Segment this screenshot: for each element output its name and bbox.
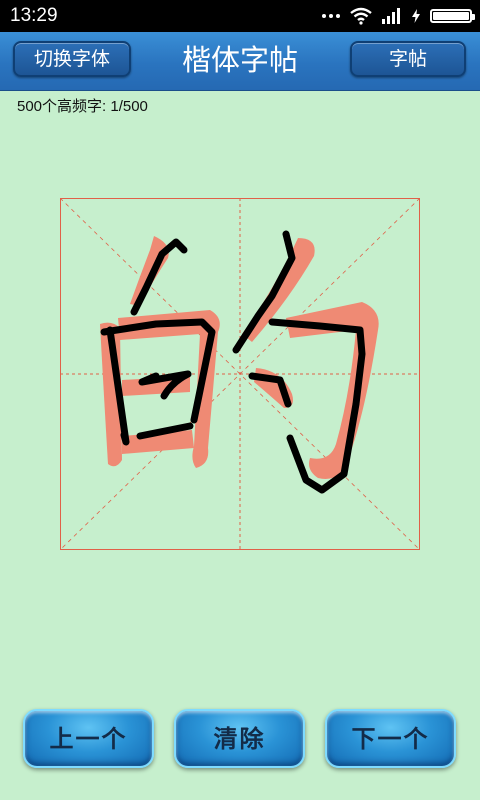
page-title: 楷体字帖 (181, 43, 298, 77)
status-time: 13:29 (10, 5, 58, 26)
clear-button[interactable]: 清除 (174, 709, 305, 768)
copybook-button[interactable]: 字帖 (350, 41, 466, 77)
battery-icon (430, 9, 475, 23)
wifi-icon (350, 7, 372, 25)
previous-button[interactable]: 上一个 (23, 709, 154, 768)
status-bar: 13:29 (0, 0, 480, 32)
header: 切换字体 楷体字帖 字帖 (0, 32, 480, 91)
signal-icon (382, 8, 400, 24)
charging-icon (412, 9, 420, 23)
dots-icon (322, 14, 340, 18)
switch-font-button[interactable]: 切换字体 (13, 41, 131, 77)
practice-grid[interactable] (60, 198, 420, 550)
progress-label: 500个高频字: 1/500 (17, 98, 148, 115)
status-icons (322, 6, 475, 26)
next-button[interactable]: 下一个 (325, 709, 456, 768)
template-character (100, 236, 379, 479)
